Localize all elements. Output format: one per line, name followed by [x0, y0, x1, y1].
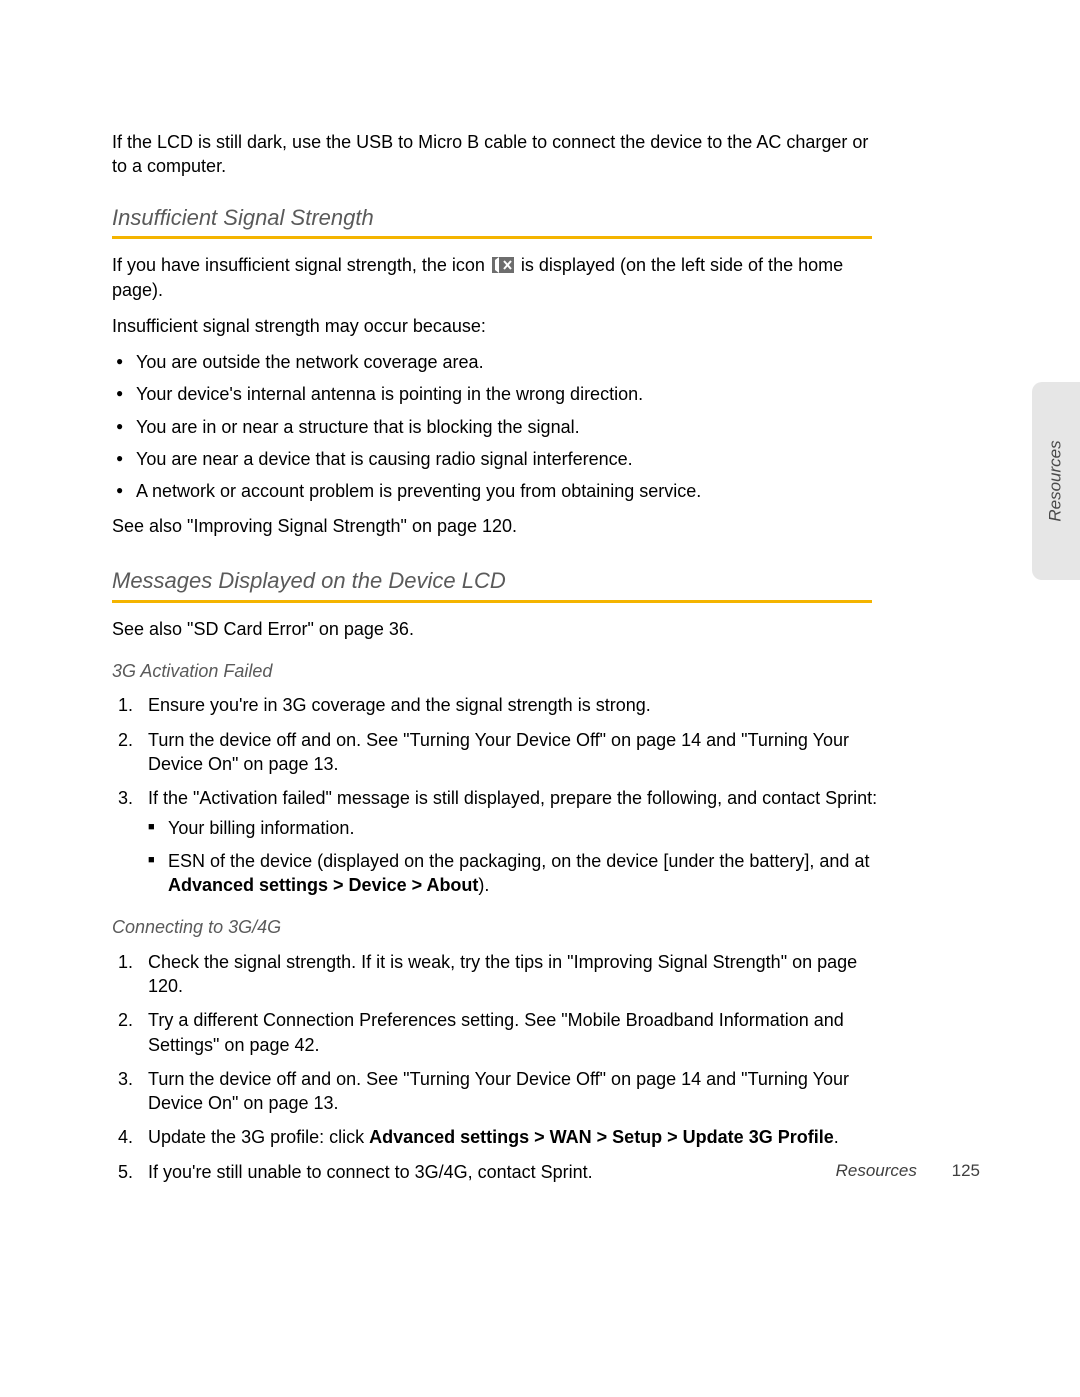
- text-fragment: If the "Activation failed" message is st…: [148, 788, 877, 808]
- menu-path: Advanced settings > WAN > Setup > Update…: [369, 1127, 834, 1147]
- list-item: ESN of the device (displayed on the pack…: [148, 849, 882, 898]
- contact-info-list: Your billing information. ESN of the dev…: [148, 816, 882, 897]
- list-item: A network or account problem is preventi…: [112, 479, 882, 503]
- text-fragment: ESN of the device (displayed on the pack…: [168, 851, 869, 871]
- text-fragment: If you have insufficient signal strength…: [112, 255, 490, 275]
- subheading-3g-activation-failed: 3G Activation Failed: [112, 659, 882, 683]
- heading-rule: [112, 236, 872, 239]
- text-fragment: .: [834, 1127, 839, 1147]
- footer-page-number: 125: [952, 1161, 980, 1180]
- signal-causes-list: You are outside the network coverage are…: [112, 350, 882, 503]
- menu-path: Advanced settings > Device > About: [168, 875, 478, 895]
- page-footer: Resources 125: [0, 1160, 1080, 1183]
- lcd-see-also: See also "SD Card Error" on page 36.: [112, 617, 882, 641]
- page-content: If the LCD is still dark, use the USB to…: [0, 0, 1080, 1184]
- signal-see-also: See also "Improving Signal Strength" on …: [112, 514, 882, 538]
- list-item: You are near a device that is causing ra…: [112, 447, 882, 471]
- signal-paragraph-2: Insufficient signal strength may occur b…: [112, 314, 882, 338]
- intro-paragraph: If the LCD is still dark, use the USB to…: [112, 130, 882, 179]
- list-item: Ensure you're in 3G coverage and the sig…: [112, 693, 882, 717]
- activation-failed-steps: Ensure you're in 3G coverage and the sig…: [112, 693, 882, 897]
- signal-paragraph-1: If you have insufficient signal strength…: [112, 253, 882, 302]
- list-item: Try a different Connection Preferences s…: [112, 1008, 882, 1057]
- text-fragment: Update the 3G profile: click: [148, 1127, 369, 1147]
- list-item: Your device's internal antenna is pointi…: [112, 382, 882, 406]
- list-item: You are outside the network coverage are…: [112, 350, 882, 374]
- heading-insufficient-signal: Insufficient Signal Strength: [112, 203, 882, 233]
- list-item: Your billing information.: [148, 816, 882, 840]
- list-item: Check the signal strength. If it is weak…: [112, 950, 882, 999]
- heading-rule: [112, 600, 872, 603]
- list-item: You are in or near a structure that is b…: [112, 415, 882, 439]
- connecting-steps: Check the signal strength. If it is weak…: [112, 950, 882, 1184]
- heading-messages-lcd: Messages Displayed on the Device LCD: [112, 566, 882, 596]
- list-item: Turn the device off and on. See "Turning…: [112, 728, 882, 777]
- signal-x-icon: [492, 257, 514, 273]
- list-item: Update the 3G profile: click Advanced se…: [112, 1125, 882, 1149]
- subheading-connecting-3g4g: Connecting to 3G/4G: [112, 915, 882, 939]
- footer-section-label: Resources: [836, 1161, 917, 1180]
- list-item: If the "Activation failed" message is st…: [112, 786, 882, 897]
- list-item: Turn the device off and on. See "Turning…: [112, 1067, 882, 1116]
- text-fragment: ).: [478, 875, 489, 895]
